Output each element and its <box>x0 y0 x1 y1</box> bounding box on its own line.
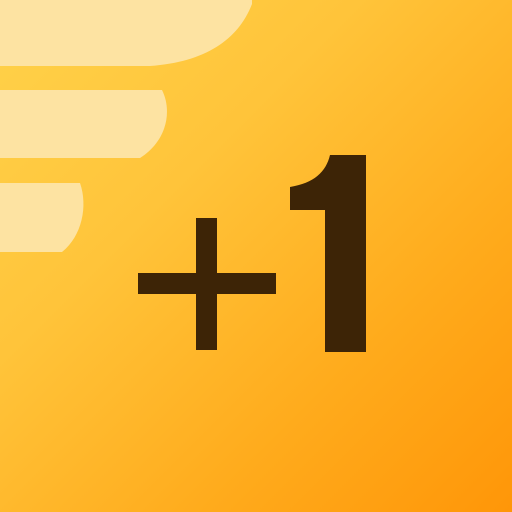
wing-feather-bottom <box>0 183 84 252</box>
plus-vertical-bar <box>196 218 217 350</box>
wing-feather-middle <box>0 90 167 158</box>
digit-one-shape <box>290 155 366 352</box>
app-icon: +1 <box>0 0 512 512</box>
plus-icon <box>138 218 276 350</box>
digit-one-icon <box>290 155 366 352</box>
wing-feather-top <box>0 0 252 66</box>
